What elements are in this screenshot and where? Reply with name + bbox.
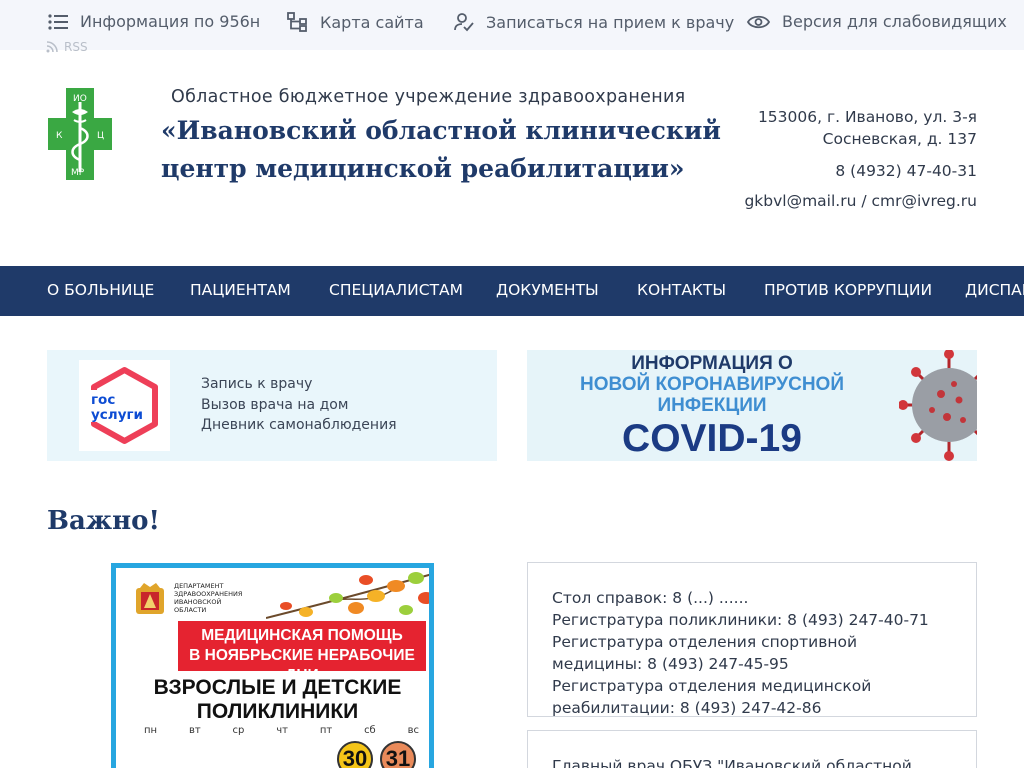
topbar-link-sitemap[interactable]: Карта сайта bbox=[287, 12, 424, 32]
weekday-wed: ср bbox=[232, 725, 245, 736]
date-circle-31: 31 bbox=[380, 741, 416, 768]
info-line-rehabilitation: Регистратура отделения медицинской реаби… bbox=[552, 677, 872, 717]
nav-item-contacts[interactable]: КОНТАКТЫ bbox=[637, 281, 726, 299]
coat-of-arms-icon bbox=[136, 583, 164, 614]
weekday-sat: сб bbox=[364, 725, 376, 736]
clinic-logo[interactable]: ИО К Ц МР bbox=[48, 88, 112, 180]
topbar-label-956n: Информация по 956н bbox=[80, 12, 261, 31]
main-navigation: О БОЛЬНИЦЕ ПАЦИЕНТАМ СПЕЦИАЛИСТАМ ДОКУМЕ… bbox=[0, 266, 1024, 316]
nav-item-documents[interactable]: ДОКУМЕНТЫ bbox=[496, 281, 599, 299]
poster-red-banner: МЕДИЦИНСКАЯ ПОМОЩЬ В НОЯБРЬСКИЕ НЕРАБОЧИ… bbox=[178, 621, 426, 684]
org-title[interactable]: «Ивановский областной клинический центр … bbox=[161, 112, 741, 188]
email-text[interactable]: gkbvl@mail.ru / cmr@ivreg.ru bbox=[737, 190, 977, 212]
weekday-fri: пт bbox=[319, 725, 333, 736]
covid-banner-text: ИНФОРМАЦИЯ О НОВОЙ КОРОНАВИРУСНОЙ ИНФЕКЦ… bbox=[527, 353, 897, 461]
address-text: 153006, г. Иваново, ул. 3-я Сосневская, … bbox=[757, 108, 977, 148]
topbar-link-low-vision[interactable]: Версия для слабовидящих bbox=[747, 12, 1007, 31]
holiday-poster[interactable]: ДЕПАРТАМЕНТ ЗДРАВООХРАНЕНИЯ ИВАНОВСКОЙ О… bbox=[111, 563, 434, 768]
covid-line-4: COVID-19 bbox=[622, 417, 802, 460]
covid-banner[interactable]: ИНФОРМАЦИЯ О НОВОЙ КОРОНАВИРУСНОЙ ИНФЕКЦ… bbox=[527, 350, 977, 461]
logo-letters-mr: МР bbox=[71, 168, 85, 178]
gosuslugi-logo-line1: гос bbox=[91, 392, 115, 408]
gosuslugi-logo: гос услуги bbox=[79, 360, 170, 451]
sitemap-icon bbox=[287, 12, 307, 32]
date-circle-30: 30 bbox=[337, 741, 373, 768]
weekday-thu: чт bbox=[276, 725, 288, 736]
gosuslugi-banner[interactable]: гос услуги Запись к врачу Вызов врача на… bbox=[47, 350, 497, 461]
topbar-link-956n[interactable]: Информация по 956н bbox=[48, 12, 260, 31]
nav-item-anticorruption[interactable]: ПРОТИВ КОРРУПЦИИ bbox=[764, 281, 932, 299]
weekday-tue: вт bbox=[188, 725, 201, 736]
rss-icon bbox=[46, 41, 58, 53]
important-heading: Важно! bbox=[47, 506, 160, 536]
info-line-help-desk: Стол справок: 8 (...) ...... bbox=[552, 589, 749, 607]
info-line-polyclinic: Регистратура поликлиники: 8 (493) 247-40… bbox=[552, 611, 929, 629]
nav-item-dispensary[interactable]: ДИСПАН bbox=[965, 281, 1024, 299]
topbar-label-appointment: Записаться на прием к врачу bbox=[486, 12, 735, 32]
chief-doctor-text: Главный врач ОБУЗ "Ивановский областной bbox=[552, 757, 912, 768]
gosuslugi-service-diary: Дневник самонаблюдения bbox=[201, 417, 397, 433]
logo-letters-io: ИО bbox=[73, 94, 87, 104]
gosuslugi-service-appointment: Запись к врачу bbox=[201, 376, 313, 392]
nav-item-specialists[interactable]: СПЕЦИАЛИСТАМ bbox=[329, 281, 463, 299]
user-check-icon bbox=[454, 13, 474, 32]
poster-headline-line-1: ВЗРОСЛЫЕ И ДЕТСКИЕ bbox=[153, 676, 402, 699]
covid-line-3: ИНФЕКЦИИ bbox=[657, 395, 767, 416]
poster-headline-line-2: ПОЛИКЛИНИКИ bbox=[196, 700, 359, 723]
phone-info-box: Стол справок: 8 (...) ...... Регистратур… bbox=[527, 562, 977, 717]
eye-icon bbox=[747, 15, 770, 28]
gosuslugi-logo-line2: услуги bbox=[91, 407, 143, 423]
nav-item-patients[interactable]: ПАЦИЕНТАМ bbox=[190, 281, 291, 299]
logo-letters-c: Ц bbox=[97, 131, 104, 141]
logo-letters-k: К bbox=[56, 131, 63, 141]
weekday-mon: пн bbox=[144, 725, 158, 736]
topbar-label-low-vision: Версия для слабовидящих bbox=[782, 12, 1007, 31]
coronavirus-illustration bbox=[899, 350, 977, 461]
topbar-link-appointment[interactable]: Записаться на прием к врачу bbox=[454, 12, 734, 32]
covid-line-2: НОВОЙ КОРОНАВИРУСНОЙ bbox=[580, 374, 844, 395]
rss-label: RSS bbox=[64, 40, 88, 54]
topbar-label-sitemap: Карта сайта bbox=[320, 12, 424, 32]
top-utility-bar: Информация по 956н Карта сайта Записатьс… bbox=[0, 0, 1024, 54]
gosuslugi-services: Запись к врачу Вызов врача на дом Дневни… bbox=[201, 374, 397, 436]
list-icon bbox=[48, 13, 68, 30]
poster-weekdays: пн вт ср чт пт сб вс bbox=[144, 725, 419, 736]
org-subtitle: Областное бюджетное учреждение здравоохр… bbox=[171, 87, 686, 107]
chief-doctor-box: Главный врач ОБУЗ "Ивановский областной bbox=[527, 730, 977, 768]
poster-red-line-1: МЕДИЦИНСКАЯ ПОМОЩЬ bbox=[201, 627, 403, 644]
header-contacts: 153006, г. Иваново, ул. 3-я Сосневская, … bbox=[737, 106, 977, 212]
weekday-sun: вс bbox=[407, 725, 419, 736]
poster-headline: ВЗРОСЛЫЕ И ДЕТСКИЕ ПОЛИКЛИНИКИ bbox=[116, 676, 429, 724]
rss-link[interactable]: RSS bbox=[46, 40, 88, 54]
info-line-sports-medicine: Регистратура отделения спортивной медици… bbox=[552, 633, 858, 673]
covid-line-1: ИНФОРМАЦИЯ О bbox=[631, 353, 793, 374]
nav-item-about[interactable]: О БОЛЬНИЦЕ bbox=[47, 281, 154, 299]
poster-department: ДЕПАРТАМЕНТ ЗДРАВООХРАНЕНИЯ ИВАНОВСКОЙ О… bbox=[174, 582, 243, 614]
gosuslugi-service-home-visit: Вызов врача на дом bbox=[201, 396, 349, 413]
phone-text[interactable]: 8 (4932) 47-40-31 bbox=[737, 160, 977, 182]
autumn-leaves-illustration bbox=[266, 572, 429, 619]
